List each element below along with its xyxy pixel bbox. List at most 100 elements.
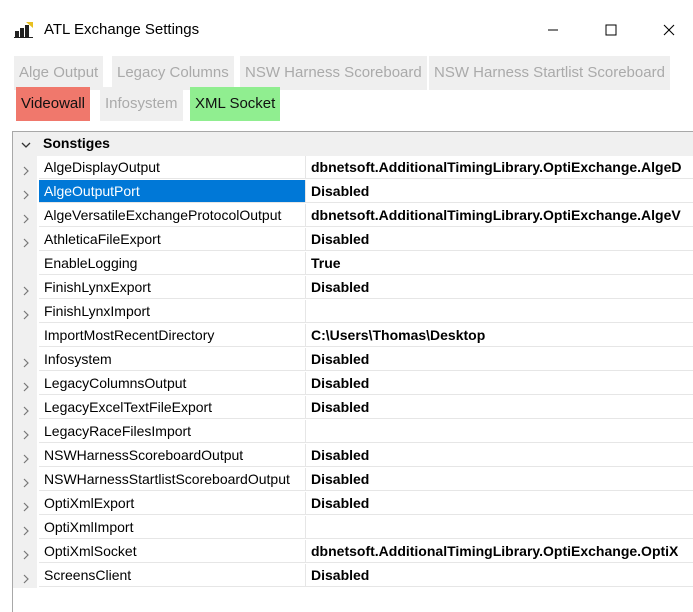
chevron-right-icon[interactable]	[23, 427, 29, 443]
property-value[interactable]: Disabled	[305, 468, 693, 491]
property-grid[interactable]: Sonstiges AlgeDisplayOutput dbnetsoft.Add…	[12, 131, 693, 612]
property-value[interactable]: Disabled	[305, 564, 693, 587]
property-row[interactable]: LegacyExcelTextFileExport Disabled	[13, 396, 693, 420]
property-value[interactable]: dbnetsoft.AdditionalTimingLibrary.OptiEx…	[305, 204, 693, 227]
chevron-right-icon[interactable]	[23, 355, 29, 371]
property-row[interactable]: AlgeOutputPort Disabled	[13, 180, 693, 204]
property-value[interactable]: Disabled	[305, 372, 693, 395]
property-row[interactable]: EnableLogging True	[13, 252, 693, 276]
row-gutter	[13, 396, 37, 420]
property-value[interactable]: Disabled	[305, 348, 693, 371]
chevron-right-icon[interactable]	[23, 187, 29, 203]
chevron-right-icon[interactable]	[23, 499, 29, 515]
property-row[interactable]: Infosystem Disabled	[13, 348, 693, 372]
row-gutter	[13, 420, 37, 444]
property-name[interactable]: LegacyColumnsOutput	[39, 372, 305, 395]
property-name[interactable]: AthleticaFileExport	[39, 228, 305, 251]
row-gutter	[13, 276, 37, 300]
property-row[interactable]: OptiXmlImport	[13, 516, 693, 540]
xml-socket-button[interactable]: XML Socket	[190, 87, 281, 121]
property-row[interactable]: LegacyRaceFilesImport	[13, 420, 693, 444]
property-row[interactable]: OptiXmlSocket dbnetsoft.AdditionalTimingL…	[13, 540, 693, 564]
property-name[interactable]: ImportMostRecentDirectory	[39, 324, 305, 347]
property-value[interactable]: True	[305, 252, 693, 275]
close-icon	[663, 24, 675, 36]
chevron-down-icon[interactable]	[21, 137, 31, 153]
chevron-right-icon[interactable]	[23, 571, 29, 587]
property-name[interactable]: OptiXmlExport	[39, 492, 305, 515]
property-value[interactable]	[305, 420, 693, 443]
property-value[interactable]: Disabled	[305, 492, 693, 515]
legacy-columns-button[interactable]: Legacy Columns	[112, 56, 234, 90]
property-name[interactable]: NSWHarnessScoreboardOutput	[39, 444, 305, 467]
category-label: Sonstiges	[43, 135, 110, 151]
maximize-button[interactable]	[588, 14, 634, 46]
property-value[interactable]	[305, 300, 693, 323]
property-row[interactable]: NSWHarnessStartlistScoreboardOutput Disab…	[13, 468, 693, 492]
row-gutter	[13, 444, 37, 468]
row-gutter	[13, 252, 37, 276]
property-row[interactable]: FinishLynxImport	[13, 300, 693, 324]
row-gutter	[13, 180, 37, 204]
property-row[interactable]: FinishLynxExport Disabled	[13, 276, 693, 300]
property-value[interactable]: Disabled	[305, 180, 693, 203]
property-value[interactable]: Disabled	[305, 444, 693, 467]
property-value[interactable]: Disabled	[305, 276, 693, 299]
row-gutter	[13, 156, 37, 180]
chevron-right-icon[interactable]	[23, 523, 29, 539]
close-button[interactable]	[646, 14, 692, 46]
chevron-right-icon[interactable]	[23, 403, 29, 419]
chevron-right-icon[interactable]	[23, 283, 29, 299]
property-name[interactable]: Infosystem	[39, 348, 305, 371]
property-name[interactable]: OptiXmlSocket	[39, 540, 305, 563]
app-icon	[14, 22, 34, 38]
property-row[interactable]: LegacyColumnsOutput Disabled	[13, 372, 693, 396]
property-row[interactable]: AlgeDisplayOutput dbnetsoft.AdditionalTim…	[13, 156, 693, 180]
chevron-right-icon[interactable]	[23, 475, 29, 491]
property-name[interactable]: LegacyRaceFilesImport	[39, 420, 305, 443]
property-name[interactable]: FinishLynxImport	[39, 300, 305, 323]
chevron-right-icon[interactable]	[23, 307, 29, 323]
alge-output-button[interactable]: Alge Output	[14, 56, 104, 90]
property-name[interactable]: LegacyExcelTextFileExport	[39, 396, 305, 419]
row-gutter	[13, 348, 37, 372]
property-name[interactable]: FinishLynxExport	[39, 276, 305, 299]
property-row[interactable]: NSWHarnessScoreboardOutput Disabled	[13, 444, 693, 468]
property-name[interactable]: AlgeDisplayOutput	[39, 156, 305, 179]
infosystem-button[interactable]: Infosystem	[100, 87, 183, 121]
chevron-right-icon[interactable]	[23, 547, 29, 563]
property-value[interactable]: dbnetsoft.AdditionalTimingLibrary.OptiEx…	[305, 156, 693, 179]
property-name[interactable]: AlgeOutputPort	[39, 180, 305, 203]
property-row[interactable]: AlgeVersatileExchangeProtocolOutput dbnet…	[13, 204, 693, 228]
property-name[interactable]: ScreensClient	[39, 564, 305, 587]
chevron-right-icon[interactable]	[23, 235, 29, 251]
property-row[interactable]: OptiXmlExport Disabled	[13, 492, 693, 516]
minimize-icon	[547, 24, 559, 36]
chevron-right-icon[interactable]	[23, 211, 29, 227]
chevron-right-icon[interactable]	[23, 379, 29, 395]
property-row[interactable]: ScreensClient Disabled	[13, 564, 693, 588]
row-gutter	[13, 228, 37, 252]
property-value[interactable]: C:\Users\Thomas\Desktop	[305, 324, 693, 347]
category-row[interactable]: Sonstiges	[13, 132, 693, 156]
row-gutter	[13, 492, 37, 516]
property-value[interactable]: Disabled	[305, 228, 693, 251]
minimize-button[interactable]	[530, 14, 576, 46]
property-name[interactable]: AlgeVersatileExchangeProtocolOutput	[39, 204, 305, 227]
property-name[interactable]: NSWHarnessStartlistScoreboardOutput	[39, 468, 305, 491]
property-value[interactable]: dbnetsoft.AdditionalTimingLibrary.OptiEx…	[305, 540, 693, 563]
property-name[interactable]: OptiXmlImport	[39, 516, 305, 539]
row-gutter	[13, 324, 37, 348]
property-row[interactable]: AthleticaFileExport Disabled	[13, 228, 693, 252]
nsw-harness-startlist-scoreboard-button[interactable]: NSW Harness Startlist Scoreboard	[429, 56, 670, 90]
row-gutter	[13, 540, 37, 564]
videowall-button[interactable]: Videowall	[16, 87, 90, 121]
chevron-right-icon[interactable]	[23, 451, 29, 467]
chevron-right-icon[interactable]	[23, 163, 29, 179]
property-row[interactable]: ImportMostRecentDirectory C:\Users\Thomas…	[13, 324, 693, 348]
property-value[interactable]	[305, 516, 693, 539]
property-name[interactable]: EnableLogging	[39, 252, 305, 275]
row-gutter	[13, 300, 37, 324]
property-value[interactable]: Disabled	[305, 396, 693, 419]
nsw-harness-scoreboard-button[interactable]: NSW Harness Scoreboard	[240, 56, 427, 90]
